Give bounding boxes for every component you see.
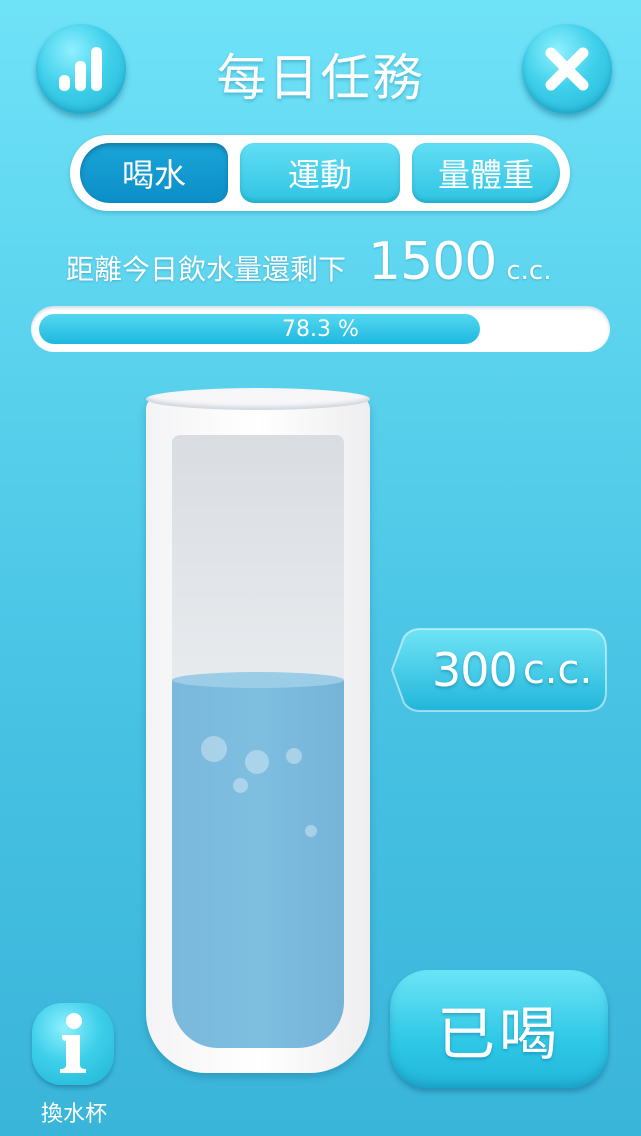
change-cup-label: 換水杯 (40, 1102, 107, 1127)
bubble (286, 748, 302, 765)
bubble (305, 825, 317, 838)
bubble (233, 778, 248, 794)
remaining-value: 1500 (368, 232, 497, 292)
tab-weigh[interactable]: 量體重 (412, 143, 560, 203)
water-cup (146, 388, 370, 1073)
amount-value: 300 (432, 643, 518, 697)
stats-button[interactable] (36, 24, 126, 114)
close-button[interactable] (522, 24, 612, 114)
water-level (172, 672, 344, 1048)
bubble (201, 736, 227, 763)
water-surface (172, 672, 344, 689)
change-cup-button[interactable] (32, 1003, 114, 1085)
tab-drink-water[interactable]: 喝水 (80, 143, 228, 203)
amount-unit: c.c. (522, 647, 593, 693)
drank-button[interactable]: 已喝 (390, 970, 608, 1088)
progress-bar: 78.3 % (31, 306, 610, 352)
tab-exercise[interactable]: 運動 (240, 143, 400, 203)
remaining-unit: c.c. (506, 256, 552, 286)
amount-text: 300 c.c. (432, 625, 592, 715)
info-icon (60, 1013, 86, 1073)
remaining-label: 距離今日飲水量還剩下 (66, 253, 347, 286)
bubble (245, 750, 269, 775)
bar-chart-icon (59, 47, 102, 91)
task-tabs: 喝水 運動 量體重 (70, 135, 570, 211)
page-title: 每日任務 (216, 49, 425, 107)
cup-rim (146, 388, 370, 410)
close-icon (545, 47, 589, 91)
amount-tag[interactable]: 300 c.c. (390, 625, 610, 715)
progress-text: 78.3 % (282, 316, 359, 342)
remaining-water: 距離今日飲水量還剩下 1500 c.c. (66, 232, 551, 292)
cup-inner (172, 435, 344, 1048)
